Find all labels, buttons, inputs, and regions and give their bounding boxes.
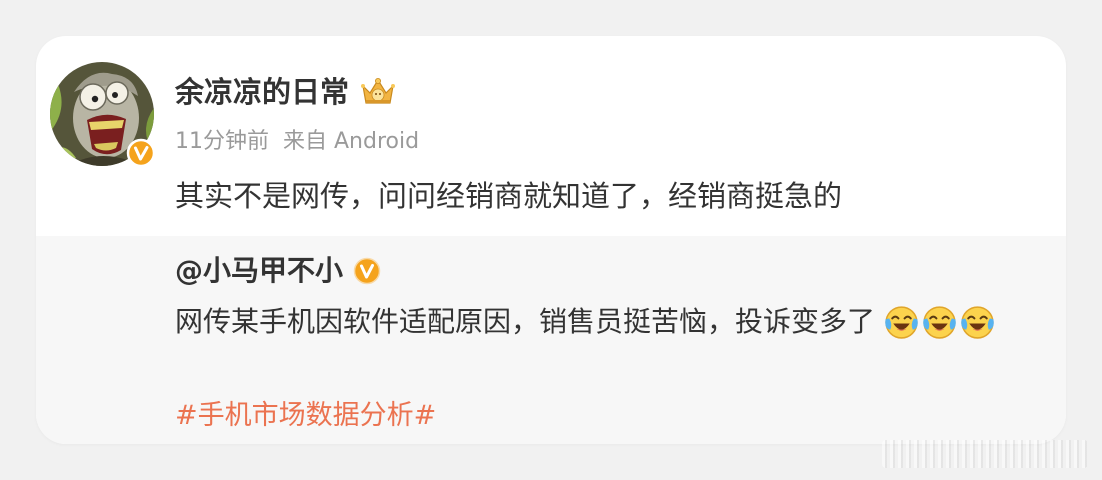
watermark bbox=[882, 440, 1088, 468]
repost-text: 网传某手机因软件适配原因，销售员挺苦恼，投诉变多了 bbox=[175, 305, 876, 338]
repost-box[interactable]: @小马甲不小 网传某手机因软件适配原因，销售员挺苦恼，投诉变多了 #手机市场数据… bbox=[36, 236, 1066, 444]
laugh-cry-icon bbox=[883, 304, 920, 341]
laugh-cry-icon bbox=[921, 304, 958, 341]
weibo-post-card: 余凉凉的日常 11分钟前 来自 Android 其实不是网传，问问经销商就知道了，… bbox=[36, 36, 1066, 444]
verified-badge-icon bbox=[353, 257, 381, 285]
avatar[interactable] bbox=[50, 62, 156, 168]
post-meta: 11分钟前 来自 Android bbox=[175, 128, 419, 156]
repost-author-row: @小马甲不小 bbox=[175, 254, 381, 288]
post-time[interactable]: 11分钟前 bbox=[175, 129, 269, 154]
laugh-cry-icon bbox=[959, 304, 996, 341]
author-name[interactable]: 余凉凉的日常 bbox=[175, 75, 349, 109]
emoji-group bbox=[883, 304, 996, 341]
hashtag-link[interactable]: #手机市场数据分析# bbox=[175, 399, 436, 433]
author-row: 余凉凉的日常 bbox=[175, 75, 397, 109]
verified-badge-icon bbox=[126, 138, 156, 168]
crown-badge-icon[interactable] bbox=[359, 77, 397, 107]
post-text: 其实不是网传，问问经销商就知道了，经销商挺急的 bbox=[175, 179, 843, 213]
post-source: 来自 Android bbox=[283, 129, 420, 154]
repost-text-row: 网传某手机因软件适配原因，销售员挺苦恼，投诉变多了 bbox=[175, 304, 996, 340]
repost-author-name[interactable]: @小马甲不小 bbox=[175, 254, 343, 288]
